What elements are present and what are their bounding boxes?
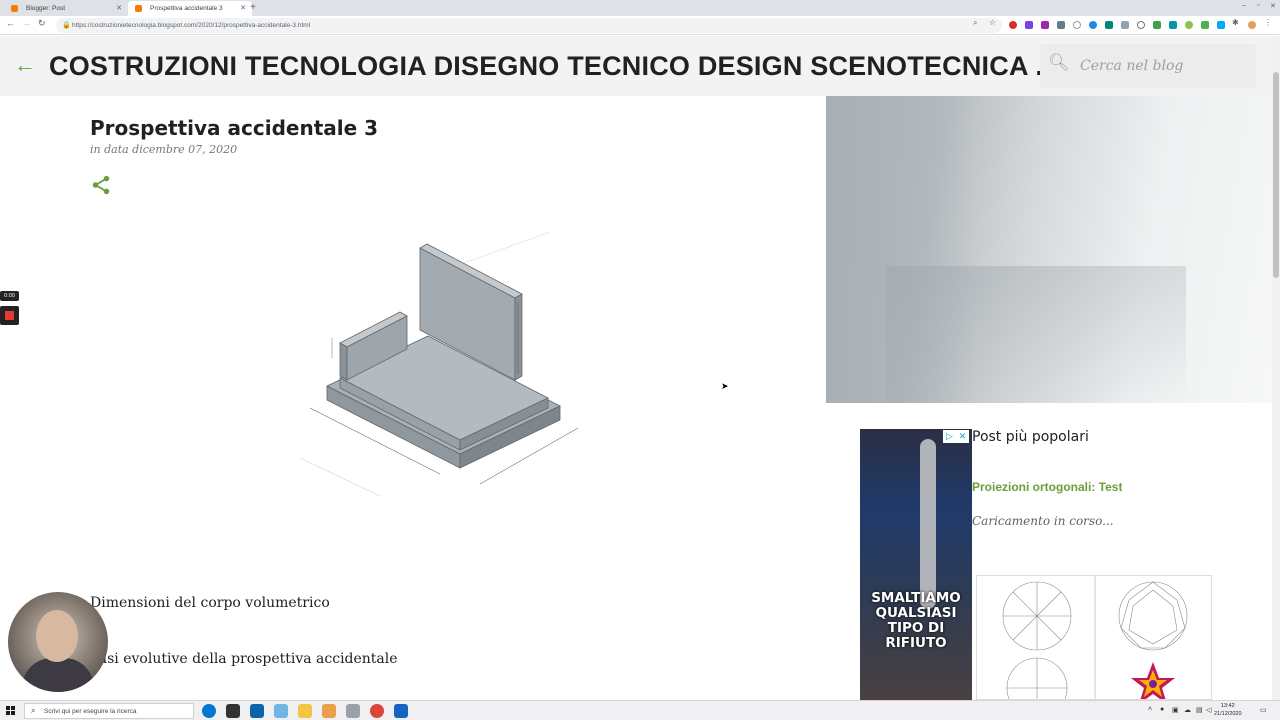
extension-icon[interactable]: [1121, 21, 1129, 29]
stop-recording-button[interactable]: [0, 306, 19, 325]
tab-label: Blogger: Post: [26, 5, 66, 12]
taskbar-search-placeholder: Scrivi qui per eseguire la ricerca: [44, 708, 137, 715]
clock-time: 13:42: [1220, 703, 1235, 709]
popular-posts-heading: Post più popolari: [972, 429, 1089, 445]
close-tab-icon[interactable]: ✕: [240, 4, 246, 12]
post-date: in data dicembre 07, 2020: [90, 143, 238, 156]
browser-tab-strip: Blogger: Post ✕ Prospettiva accidentale …: [0, 0, 1280, 16]
extension-icon[interactable]: [1009, 21, 1017, 29]
url-text: https://costruzionietecnologia.blogspot.…: [72, 22, 311, 29]
network-icon[interactable]: ▤: [1196, 706, 1203, 714]
taskbar-clock[interactable]: 13:42 21/12/2020: [1214, 703, 1242, 718]
search-icon[interactable]: 🔍︎: [1048, 53, 1070, 73]
app-icon[interactable]: [322, 704, 336, 718]
store-icon[interactable]: [226, 704, 240, 718]
loading-text: Caricamento in corso...: [972, 514, 1114, 528]
zoom-icon[interactable]: ⌕: [973, 18, 977, 28]
extension-icon[interactable]: [1041, 21, 1049, 29]
microphone-icon[interactable]: ●: [1160, 706, 1164, 713]
tab-blogger-post[interactable]: Blogger: Post ✕: [4, 1, 128, 16]
back-icon[interactable]: ←: [6, 18, 15, 28]
isometric-drawing: [299, 231, 579, 497]
ad-choices-badge[interactable]: ▷ ✕: [943, 430, 969, 443]
app-icon[interactable]: [274, 704, 288, 718]
address-bar[interactable]: 🔒 https://costruzionietecnologia.blogspo…: [56, 18, 1002, 33]
file-explorer-icon[interactable]: [298, 704, 312, 718]
minimize-icon[interactable]: –: [1242, 2, 1246, 9]
blog-search-input[interactable]: 🔍︎ Cerca nel blog: [1040, 44, 1256, 88]
windows-taskbar: ⌕ Scrivi qui per eseguire la ricerca ˄ ●…: [0, 700, 1280, 720]
blogger-favicon-icon: [11, 5, 18, 12]
extension-icon[interactable]: [1137, 21, 1145, 29]
photos-icon[interactable]: [394, 704, 408, 718]
page-scrollbar[interactable]: [1272, 36, 1280, 700]
back-arrow-icon[interactable]: ←: [14, 52, 36, 78]
clock-date: 21/12/2020: [1214, 710, 1242, 717]
webcam-person-face: [36, 610, 78, 662]
share-icon[interactable]: [90, 174, 112, 196]
tab-prospettiva[interactable]: Prospettiva accidentale 3 ✕: [128, 1, 252, 16]
reload-icon[interactable]: ↻: [38, 18, 46, 29]
extension-icon[interactable]: [1153, 21, 1161, 29]
mail-icon[interactable]: [250, 704, 264, 718]
settings-icon[interactable]: [346, 704, 360, 718]
ad-close-icon[interactable]: ✕: [956, 430, 969, 443]
advertisement-banner[interactable]: SMALTIAMO QUALSIASI TIPO DI RIFIUTO: [860, 429, 972, 700]
popular-post-thumbnail[interactable]: [976, 575, 1212, 700]
blogger-favicon-icon: [135, 5, 142, 12]
search-placeholder: Cerca nel blog: [1080, 58, 1184, 74]
ad-text: SMALTIAMO QUALSIASI TIPO DI RIFIUTO: [871, 590, 961, 651]
tray-app-icon[interactable]: ▣: [1172, 706, 1179, 714]
extension-icon[interactable]: [1025, 21, 1033, 29]
chrome-icon[interactable]: [370, 704, 384, 718]
extension-icon[interactable]: [1201, 21, 1209, 29]
sidebar-header-image: [826, 96, 1272, 403]
notifications-icon[interactable]: ▭: [1260, 706, 1267, 714]
geometric-drawings-image: [1002, 576, 1188, 699]
extension-icon[interactable]: [1073, 21, 1081, 29]
extension-icon[interactable]: [1089, 21, 1097, 29]
recording-timer: 0:00: [0, 291, 19, 301]
section-heading-phases: Fasi evolutive della prospettiva acciden…: [90, 651, 398, 667]
section-heading-dimensions: Dimensioni del corpo volumetrico: [90, 595, 330, 611]
blog-title[interactable]: COSTRUZIONI TECNOLOGIA DISEGNO TECNICO D…: [49, 51, 1058, 82]
edge-icon[interactable]: [202, 704, 216, 718]
search-icon: ⌕: [31, 706, 36, 715]
scrollbar-thumb[interactable]: [1273, 72, 1279, 278]
onedrive-icon[interactable]: ☁: [1184, 706, 1191, 714]
windows-start-icon[interactable]: [6, 706, 16, 716]
blog-header: ← COSTRUZIONI TECNOLOGIA DISEGNO TECNICO…: [0, 36, 1272, 96]
tab-label: Prospettiva accidentale 3: [150, 5, 223, 12]
taskbar-search-input[interactable]: ⌕ Scrivi qui per eseguire la ricerca: [24, 703, 194, 719]
bookmark-star-icon[interactable]: ☆: [989, 18, 996, 27]
ad-choices-icon[interactable]: ▷: [943, 430, 956, 443]
extensions-puzzle-icon[interactable]: ✱: [1232, 18, 1239, 27]
webcam-person-body: [22, 658, 94, 692]
browser-toolbar: ← → ↻ 🔒 https://costruzionietecnologia.b…: [0, 16, 1280, 35]
popular-post-link[interactable]: Proiezioni ortogonali: Test: [972, 480, 1122, 494]
extension-icon[interactable]: [1057, 21, 1065, 29]
post-title: Prospettiva accidentale 3: [90, 116, 379, 140]
extension-icon[interactable]: [1217, 21, 1225, 29]
extension-icon[interactable]: [1105, 21, 1113, 29]
webcam-overlay: [8, 592, 108, 692]
close-tab-icon[interactable]: ✕: [116, 4, 122, 12]
extension-icon[interactable]: [1169, 21, 1177, 29]
new-tab-button[interactable]: +: [250, 2, 256, 13]
browser-menu-icon[interactable]: ⋮: [1264, 18, 1272, 27]
forward-icon[interactable]: →: [22, 18, 31, 28]
tray-chevron-icon[interactable]: ˄: [1148, 706, 1152, 713]
extension-icon[interactable]: [1185, 21, 1193, 29]
volume-icon[interactable]: ◁: [1206, 706, 1211, 714]
mouse-cursor-icon: ➤: [721, 381, 729, 391]
lock-icon: 🔒: [62, 22, 71, 29]
wrench-image: [920, 439, 936, 609]
profile-avatar[interactable]: [1248, 21, 1256, 29]
close-window-icon[interactable]: ✕: [1270, 2, 1276, 10]
maximize-icon[interactable]: ▫: [1257, 2, 1259, 9]
image-shading: [886, 266, 1186, 403]
